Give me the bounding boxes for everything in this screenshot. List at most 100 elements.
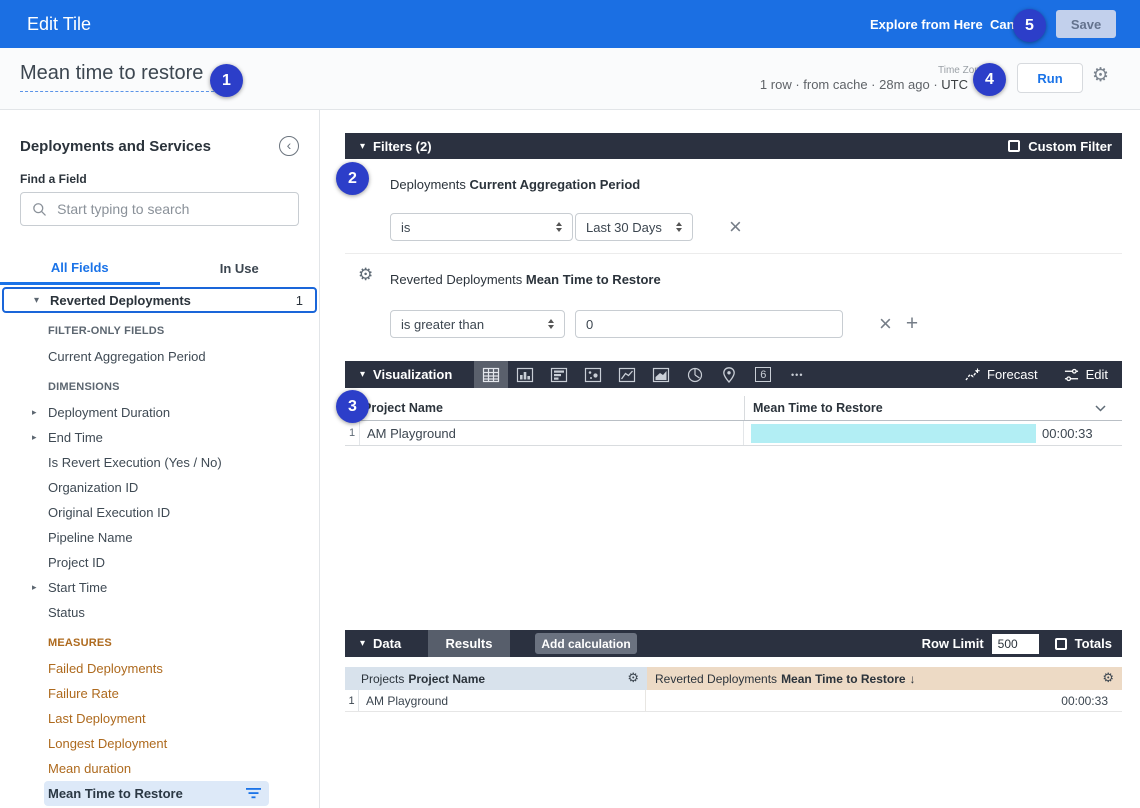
row-number: 1 — [345, 421, 360, 445]
field-search-box[interactable] — [20, 192, 299, 226]
explore-name: Deployments and Services — [20, 138, 211, 155]
collapse-sidebar-icon[interactable]: ‹ — [279, 136, 299, 156]
filter2-row: is greater than × + — [390, 310, 918, 338]
filter1-row: is Last 30 Days × — [390, 213, 742, 241]
viz-type-map-icon[interactable] — [712, 361, 746, 388]
column-gear-icon[interactable]: ⚙ — [1102, 671, 1114, 686]
field-current-aggregation-period[interactable]: Current Aggregation Period — [0, 344, 319, 369]
viz-type-more-icon[interactable]: ••• — [780, 361, 814, 388]
visualization-table: Project Name Mean Time to Restore 1 AM P… — [345, 396, 1122, 446]
viz-type-pie-chart-icon[interactable] — [678, 361, 712, 388]
annotation-badge-4: 4 — [973, 63, 1006, 96]
edit-viz-button[interactable]: Edit — [1064, 367, 1108, 382]
search-icon — [31, 200, 47, 218]
top-app-bar: Edit Tile Explore from Here Cancel Save — [0, 0, 1140, 48]
section-measures: MEASURES — [0, 631, 319, 656]
totals-checkbox[interactable] — [1055, 638, 1067, 650]
measure-failed-deployments[interactable]: Failed Deployments — [0, 656, 319, 681]
filter2-gear-icon[interactable]: ⚙ — [358, 265, 373, 285]
chevron-down-icon[interactable] — [1095, 405, 1106, 412]
view-reverted-deployments[interactable]: ▾ Reverted Deployments 1 — [2, 287, 317, 313]
measure-longest-deployment[interactable]: Longest Deployment — [0, 731, 319, 756]
measure-last-deployment[interactable]: Last Deployment — [0, 706, 319, 731]
filter-icon[interactable] — [246, 788, 261, 799]
tab-in-use[interactable]: In Use — [160, 252, 320, 285]
timezone-value: UTC — [941, 77, 968, 92]
remove-filter2-icon[interactable]: × — [879, 314, 892, 334]
filter2-value-input[interactable] — [575, 310, 843, 338]
caret-right-icon[interactable]: ▸ — [32, 575, 37, 600]
field-is-revert-execution[interactable]: Is Revert Execution (Yes / No) — [0, 450, 319, 475]
viz-type-bar-chart-icon[interactable] — [542, 361, 576, 388]
tile-title-bar: Mean time to restore 1 row · from cache … — [0, 48, 1140, 110]
forecast-icon — [965, 368, 980, 382]
caret-down-icon[interactable]: ▾ — [360, 369, 365, 380]
add-calculation-button[interactable]: Add calculation — [535, 633, 637, 654]
caret-down-icon[interactable]: ▾ — [34, 295, 39, 306]
caret-down-icon[interactable]: ▾ — [360, 141, 365, 152]
viz-type-area-chart-icon[interactable] — [644, 361, 678, 388]
visualization-section-bar[interactable]: ▾ Visualization — [345, 361, 1122, 388]
viz-col-mean-time-to-restore[interactable]: Mean Time to Restore — [745, 396, 1122, 420]
measure-mean-duration[interactable]: Mean duration — [0, 756, 319, 781]
field-deployment-duration[interactable]: ▸Deployment Duration — [0, 400, 319, 425]
tile-title[interactable]: Mean time to restore — [20, 62, 219, 92]
mean-time-cell: 00:00:33 — [744, 421, 1122, 445]
viz-type-line-chart-icon[interactable] — [610, 361, 644, 388]
row-number: 1 — [345, 690, 359, 711]
annotation-badge-1: 1 — [210, 64, 243, 97]
viz-type-single-value-icon[interactable]: 6 — [746, 361, 780, 388]
results-col-mean-time-to-restore[interactable]: Reverted DeploymentsMean Time to Restore… — [647, 667, 1122, 690]
viz-table-header: Project Name Mean Time to Restore — [345, 396, 1122, 421]
filter1-operator-select[interactable]: is — [390, 213, 573, 241]
field-picker-sidebar: Deployments and Services ‹ Find a Field … — [0, 110, 320, 808]
field-end-time[interactable]: ▸End Time — [0, 425, 319, 450]
viz-type-toolbar: 6 ••• — [474, 361, 814, 388]
sort-desc-icon[interactable]: ↓ — [910, 672, 916, 686]
save-button[interactable]: Save — [1056, 10, 1116, 38]
row-limit-label: Row Limit — [922, 636, 984, 651]
remove-filter1-icon[interactable]: × — [729, 217, 742, 237]
view-label: Reverted Deployments — [50, 293, 191, 308]
gear-icon[interactable]: ⚙ — [1092, 64, 1109, 86]
caret-down-icon[interactable]: ▾ — [360, 638, 365, 649]
search-input[interactable] — [57, 201, 288, 217]
tab-all-fields[interactable]: All Fields — [0, 252, 160, 285]
caret-right-icon[interactable]: ▸ — [32, 400, 37, 425]
filter2-operator-select[interactable]: is greater than — [390, 310, 565, 338]
caret-right-icon[interactable]: ▸ — [32, 425, 37, 450]
column-gear-icon[interactable]: ⚙ — [627, 671, 639, 686]
forecast-button[interactable]: Forecast — [965, 367, 1038, 382]
filters-section-bar[interactable]: ▾ Filters (2) Custom Filter — [345, 133, 1122, 159]
field-original-execution-id[interactable]: Original Execution ID — [0, 500, 319, 525]
field-start-time[interactable]: ▸Start Time — [0, 575, 319, 600]
query-status-text: 1 row · from cache · 28m ago · UTC — [760, 77, 968, 92]
select-spinner-icon — [548, 319, 554, 329]
results-tab[interactable]: Results — [428, 630, 510, 657]
row-limit-input[interactable] — [992, 634, 1039, 654]
edit-tile-window: Edit Tile Explore from Here Cancel Save … — [0, 0, 1140, 808]
viz-type-column-chart-icon[interactable] — [508, 361, 542, 388]
viz-table-row[interactable]: 1 AM Playground 00:00:33 — [345, 421, 1122, 446]
results-table-header: ProjectsProject Name ⚙ Reverted Deployme… — [345, 667, 1122, 690]
run-button[interactable]: Run — [1017, 63, 1083, 93]
data-section-bar[interactable]: ▾ Data Results Add calculation Row Limit… — [345, 630, 1122, 657]
results-col-project-name[interactable]: ProjectsProject Name ⚙ — [345, 667, 647, 690]
field-project-id[interactable]: Project ID — [0, 550, 319, 575]
field-pipeline-name[interactable]: Pipeline Name — [0, 525, 319, 550]
viz-type-scatter-icon[interactable] — [576, 361, 610, 388]
measure-mean-time-to-restore-selected[interactable]: Mean Time to Restore — [44, 781, 269, 806]
viz-type-table-icon[interactable] — [474, 361, 508, 388]
filter2-field-label: Reverted Deployments Mean Time to Restor… — [390, 272, 661, 287]
results-table-row[interactable]: 1 AM Playground 00:00:33 — [345, 690, 1122, 712]
viz-col-project-name[interactable]: Project Name — [345, 396, 745, 420]
section-dimensions: DIMENSIONS — [0, 375, 319, 400]
explore-from-here-link[interactable]: Explore from Here — [870, 17, 983, 32]
filter1-value-select[interactable]: Last 30 Days — [575, 213, 693, 241]
field-organization-id[interactable]: Organization ID — [0, 475, 319, 500]
custom-filter-checkbox[interactable] — [1008, 140, 1020, 152]
field-status[interactable]: Status — [0, 600, 319, 625]
visualization-section-title: Visualization — [373, 367, 452, 382]
add-filter-icon[interactable]: + — [906, 312, 918, 336]
measure-failure-rate[interactable]: Failure Rate — [0, 681, 319, 706]
